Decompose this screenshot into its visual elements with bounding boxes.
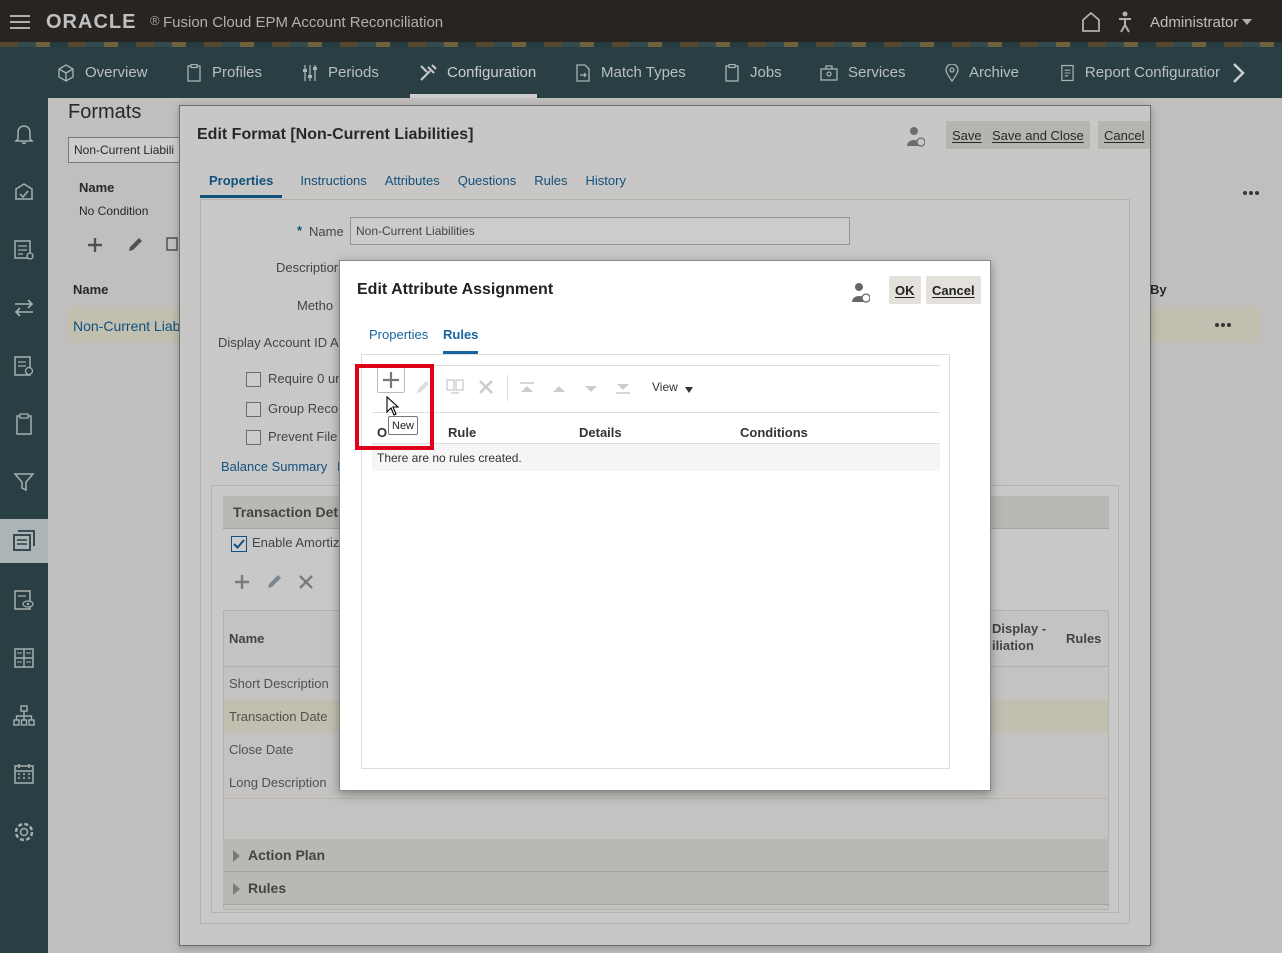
move-up-icon[interactable] <box>552 384 566 394</box>
duplicate-icon[interactable] <box>446 379 464 395</box>
dialog-cancel-button[interactable]: Cancel <box>926 276 981 304</box>
toolbar-separator <box>507 375 508 401</box>
dialog-title: Edit Attribute Assignment <box>357 281 554 298</box>
col-header-rule: Rule <box>448 425 477 440</box>
empty-message: There are no rules created. <box>377 451 522 465</box>
ok-button[interactable]: OK <box>889 276 921 304</box>
move-down-icon[interactable] <box>584 384 598 394</box>
mouse-cursor-icon <box>386 396 400 416</box>
help-person-icon[interactable] <box>852 282 870 304</box>
chevron-down-icon[interactable] <box>685 387 693 393</box>
move-bottom-icon[interactable] <box>615 382 631 394</box>
edit-attribute-assignment-dialog: Edit Attribute Assignment OK Cancel Prop… <box>339 260 991 791</box>
col-header-details: Details <box>579 425 622 440</box>
view-menu[interactable]: View <box>652 380 678 394</box>
rules-panel: View O Rule Details Conditions There are… <box>361 354 950 769</box>
dialog-tab-rules[interactable]: Rules <box>443 327 479 354</box>
dialog-tab-properties[interactable]: Properties <box>369 327 428 342</box>
move-top-icon[interactable] <box>519 382 535 394</box>
toolbar-bottom-divider <box>372 412 940 413</box>
toolbar-top-divider <box>372 365 940 366</box>
delete-icon[interactable] <box>479 380 493 394</box>
col-header-conditions: Conditions <box>740 425 808 440</box>
